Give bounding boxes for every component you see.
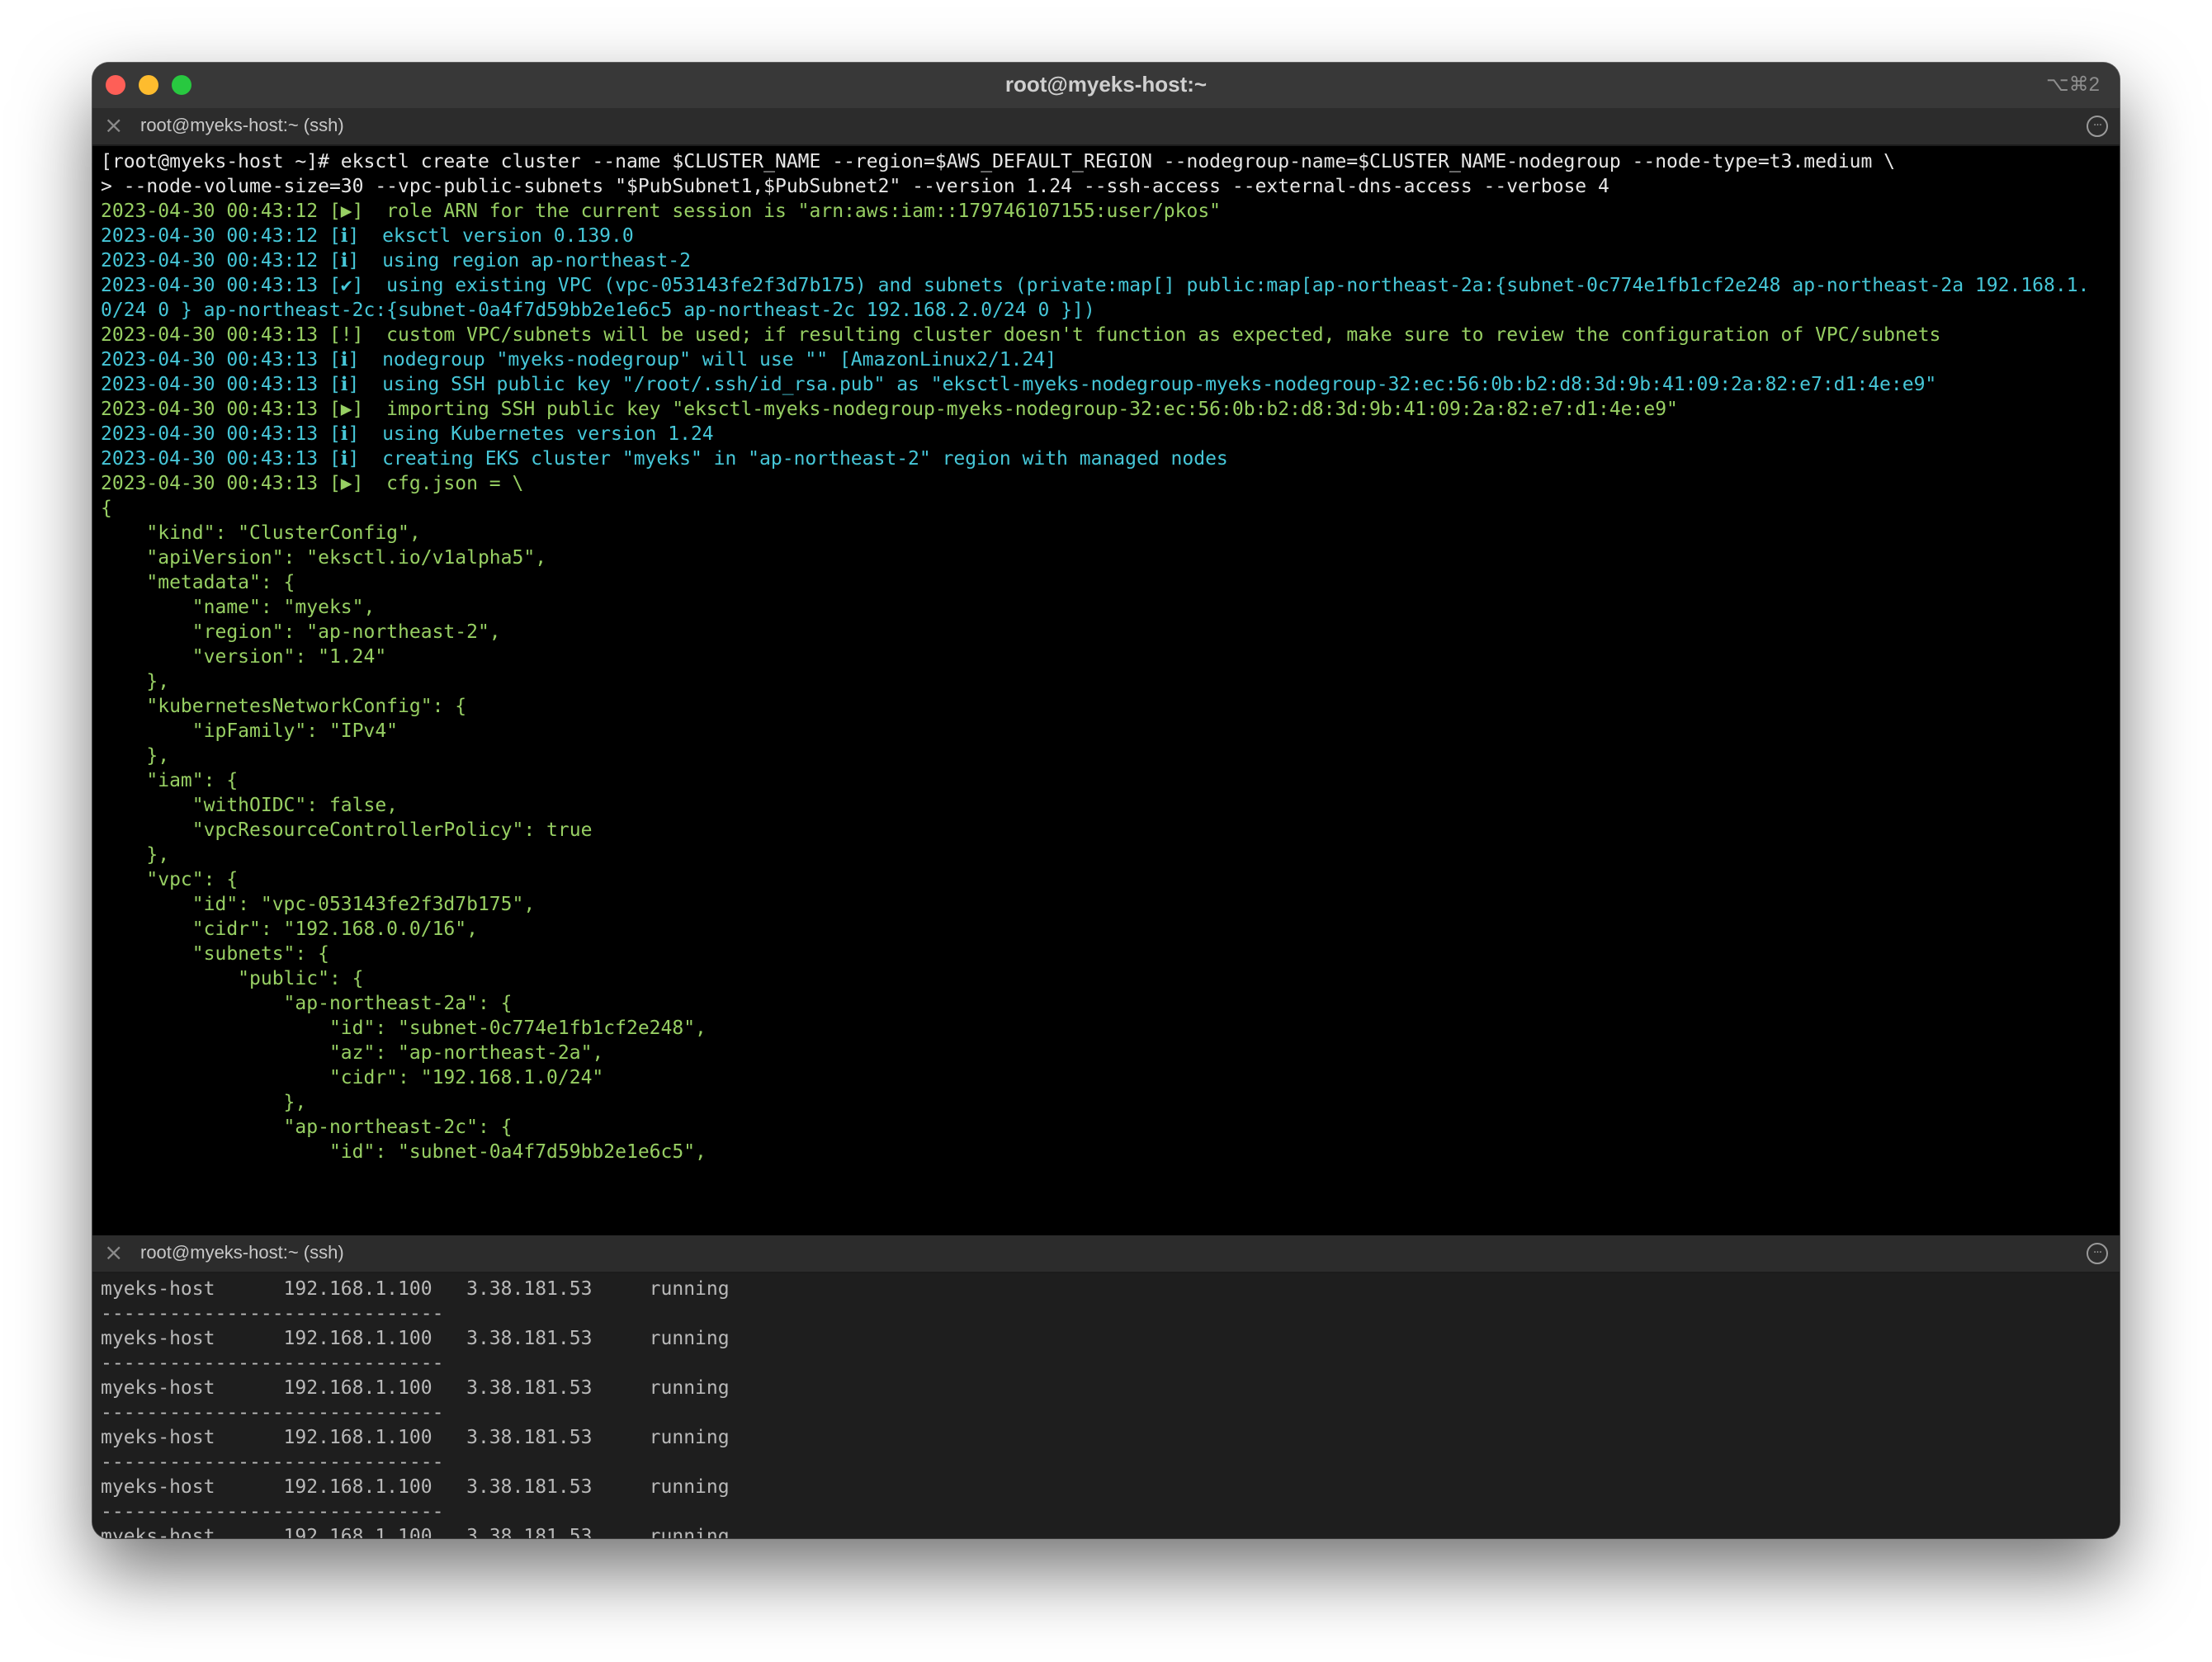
terminal-line: "version": "1.24" [101, 646, 387, 668]
terminal-line: 2023-04-30 00:43:13 [✔] using existing V… [101, 275, 2090, 296]
terminal-window: root@myeks-host:~ ⌥⌘2 × root@myeks-host:… [92, 63, 2120, 1538]
terminal-line: 0/24 0 } ap-northeast-2c:{subnet-0a4f7d5… [101, 300, 1095, 321]
terminal-line: myeks-host 192.168.1.100 3.38.181.53 run… [101, 1526, 730, 1538]
terminal-line: "id": "vpc-053143fe2f3d7b175", [101, 894, 536, 915]
terminal-line: "name": "myeks", [101, 597, 376, 618]
pane1-header[interactable]: × root@myeks-host:~ (ssh) ··· [92, 108, 2120, 146]
terminal-line: }, [101, 671, 170, 692]
terminal-line: "vpc": { [101, 869, 239, 890]
terminal-line: "withOIDC": false, [101, 795, 399, 816]
pane2-header[interactable]: × root@myeks-host:~ (ssh) ··· [92, 1235, 2120, 1273]
terminal-line: myeks-host 192.168.1.100 3.38.181.53 run… [101, 1427, 730, 1448]
close-pane-icon[interactable]: × [104, 113, 123, 138]
terminal-line: 2023-04-30 00:43:13 [▶] importing SSH pu… [101, 399, 1678, 420]
terminal-line: "kubernetesNetworkConfig": { [101, 696, 467, 717]
terminal-line: "vpcResourceControllerPolicy": true [101, 819, 593, 841]
terminal-line: ------------------------------ [101, 1452, 444, 1473]
terminal-line: 2023-04-30 00:43:12 [ℹ] using region ap-… [101, 250, 691, 271]
terminal-line: myeks-host 192.168.1.100 3.38.181.53 run… [101, 1328, 730, 1349]
pane2-title: root@myeks-host:~ (ssh) [140, 1242, 344, 1263]
terminal-line: "apiVersion": "eksctl.io/v1alpha5", [101, 547, 547, 569]
title-bar[interactable]: root@myeks-host:~ ⌥⌘2 [92, 63, 2120, 110]
terminal-line: 2023-04-30 00:43:13 [!] custom VPC/subne… [101, 324, 1941, 346]
terminal-line: 2023-04-30 00:43:13 [ℹ] using Kubernetes… [101, 423, 714, 445]
terminal-line: "iam": { [101, 770, 239, 791]
terminal-line: ------------------------------ [101, 1353, 444, 1374]
terminal-line: "metadata": { [101, 572, 295, 593]
terminal-line: 2023-04-30 00:43:12 [▶] role ARN for the… [101, 201, 1222, 222]
terminal-line: [root@myeks-host ~]# eksctl create clust… [101, 151, 1896, 172]
terminal-line: { [101, 498, 112, 519]
terminal-line: }, [101, 844, 170, 866]
terminal-line: "id": "subnet-0c774e1fb1cf2e248", [101, 1018, 707, 1039]
terminal-line: 2023-04-30 00:43:13 [▶] cfg.json = \ [101, 473, 524, 494]
terminal-line: myeks-host 192.168.1.100 3.38.181.53 run… [101, 1476, 730, 1498]
terminal-line: 2023-04-30 00:43:13 [ℹ] using SSH public… [101, 374, 1937, 395]
terminal-line: "ipFamily": "IPv4" [101, 720, 399, 742]
terminal-line: }, [101, 1092, 307, 1113]
terminal-line: "ap-northeast-2a": { [101, 993, 513, 1014]
terminal-line: > --node-volume-size=30 --vpc-public-sub… [101, 176, 1609, 197]
terminal-line: myeks-host 192.168.1.100 3.38.181.53 run… [101, 1278, 730, 1300]
pane1-terminal-output[interactable]: [root@myeks-host ~]# eksctl create clust… [92, 146, 2120, 1235]
terminal-line: "id": "subnet-0a4f7d59bb2e1e6c5", [101, 1141, 707, 1163]
terminal-line: ------------------------------ [101, 1402, 444, 1424]
terminal-line: ------------------------------ [101, 1303, 444, 1324]
terminal-line: ------------------------------ [101, 1501, 444, 1523]
terminal-line: 2023-04-30 00:43:13 [ℹ] nodegroup "myeks… [101, 349, 1057, 371]
terminal-line: "cidr": "192.168.1.0/24" [101, 1067, 604, 1088]
terminal-line: myeks-host 192.168.1.100 3.38.181.53 run… [101, 1377, 730, 1399]
terminal-line: "public": { [101, 968, 364, 989]
terminal-line: "cidr": "192.168.0.0/16", [101, 918, 478, 940]
terminal-line: "az": "ap-northeast-2a", [101, 1042, 604, 1064]
terminal-line: "subnets": { [101, 943, 329, 965]
pane-menu-icon[interactable]: ··· [2087, 1243, 2108, 1264]
terminal-line: 2023-04-30 00:43:12 [ℹ] eksctl version 0… [101, 225, 634, 247]
window-shortcut: ⌥⌘2 [2045, 73, 2100, 96]
pane1-title: root@myeks-host:~ (ssh) [140, 115, 344, 135]
terminal-line: 2023-04-30 00:43:13 [ℹ] creating EKS clu… [101, 448, 1228, 470]
pane-menu-icon[interactable]: ··· [2087, 116, 2108, 137]
window-title: root@myeks-host:~ [1004, 72, 1208, 97]
terminal-line: "ap-northeast-2c": { [101, 1117, 513, 1138]
pane2-terminal-output[interactable]: myeks-host 192.168.1.100 3.38.181.53 run… [92, 1273, 2120, 1538]
terminal-line: "kind": "ClusterConfig", [101, 522, 421, 544]
terminal-line: "region": "ap-northeast-2", [101, 621, 501, 643]
terminal-line: }, [101, 745, 170, 767]
close-pane-icon[interactable]: × [104, 1240, 123, 1265]
